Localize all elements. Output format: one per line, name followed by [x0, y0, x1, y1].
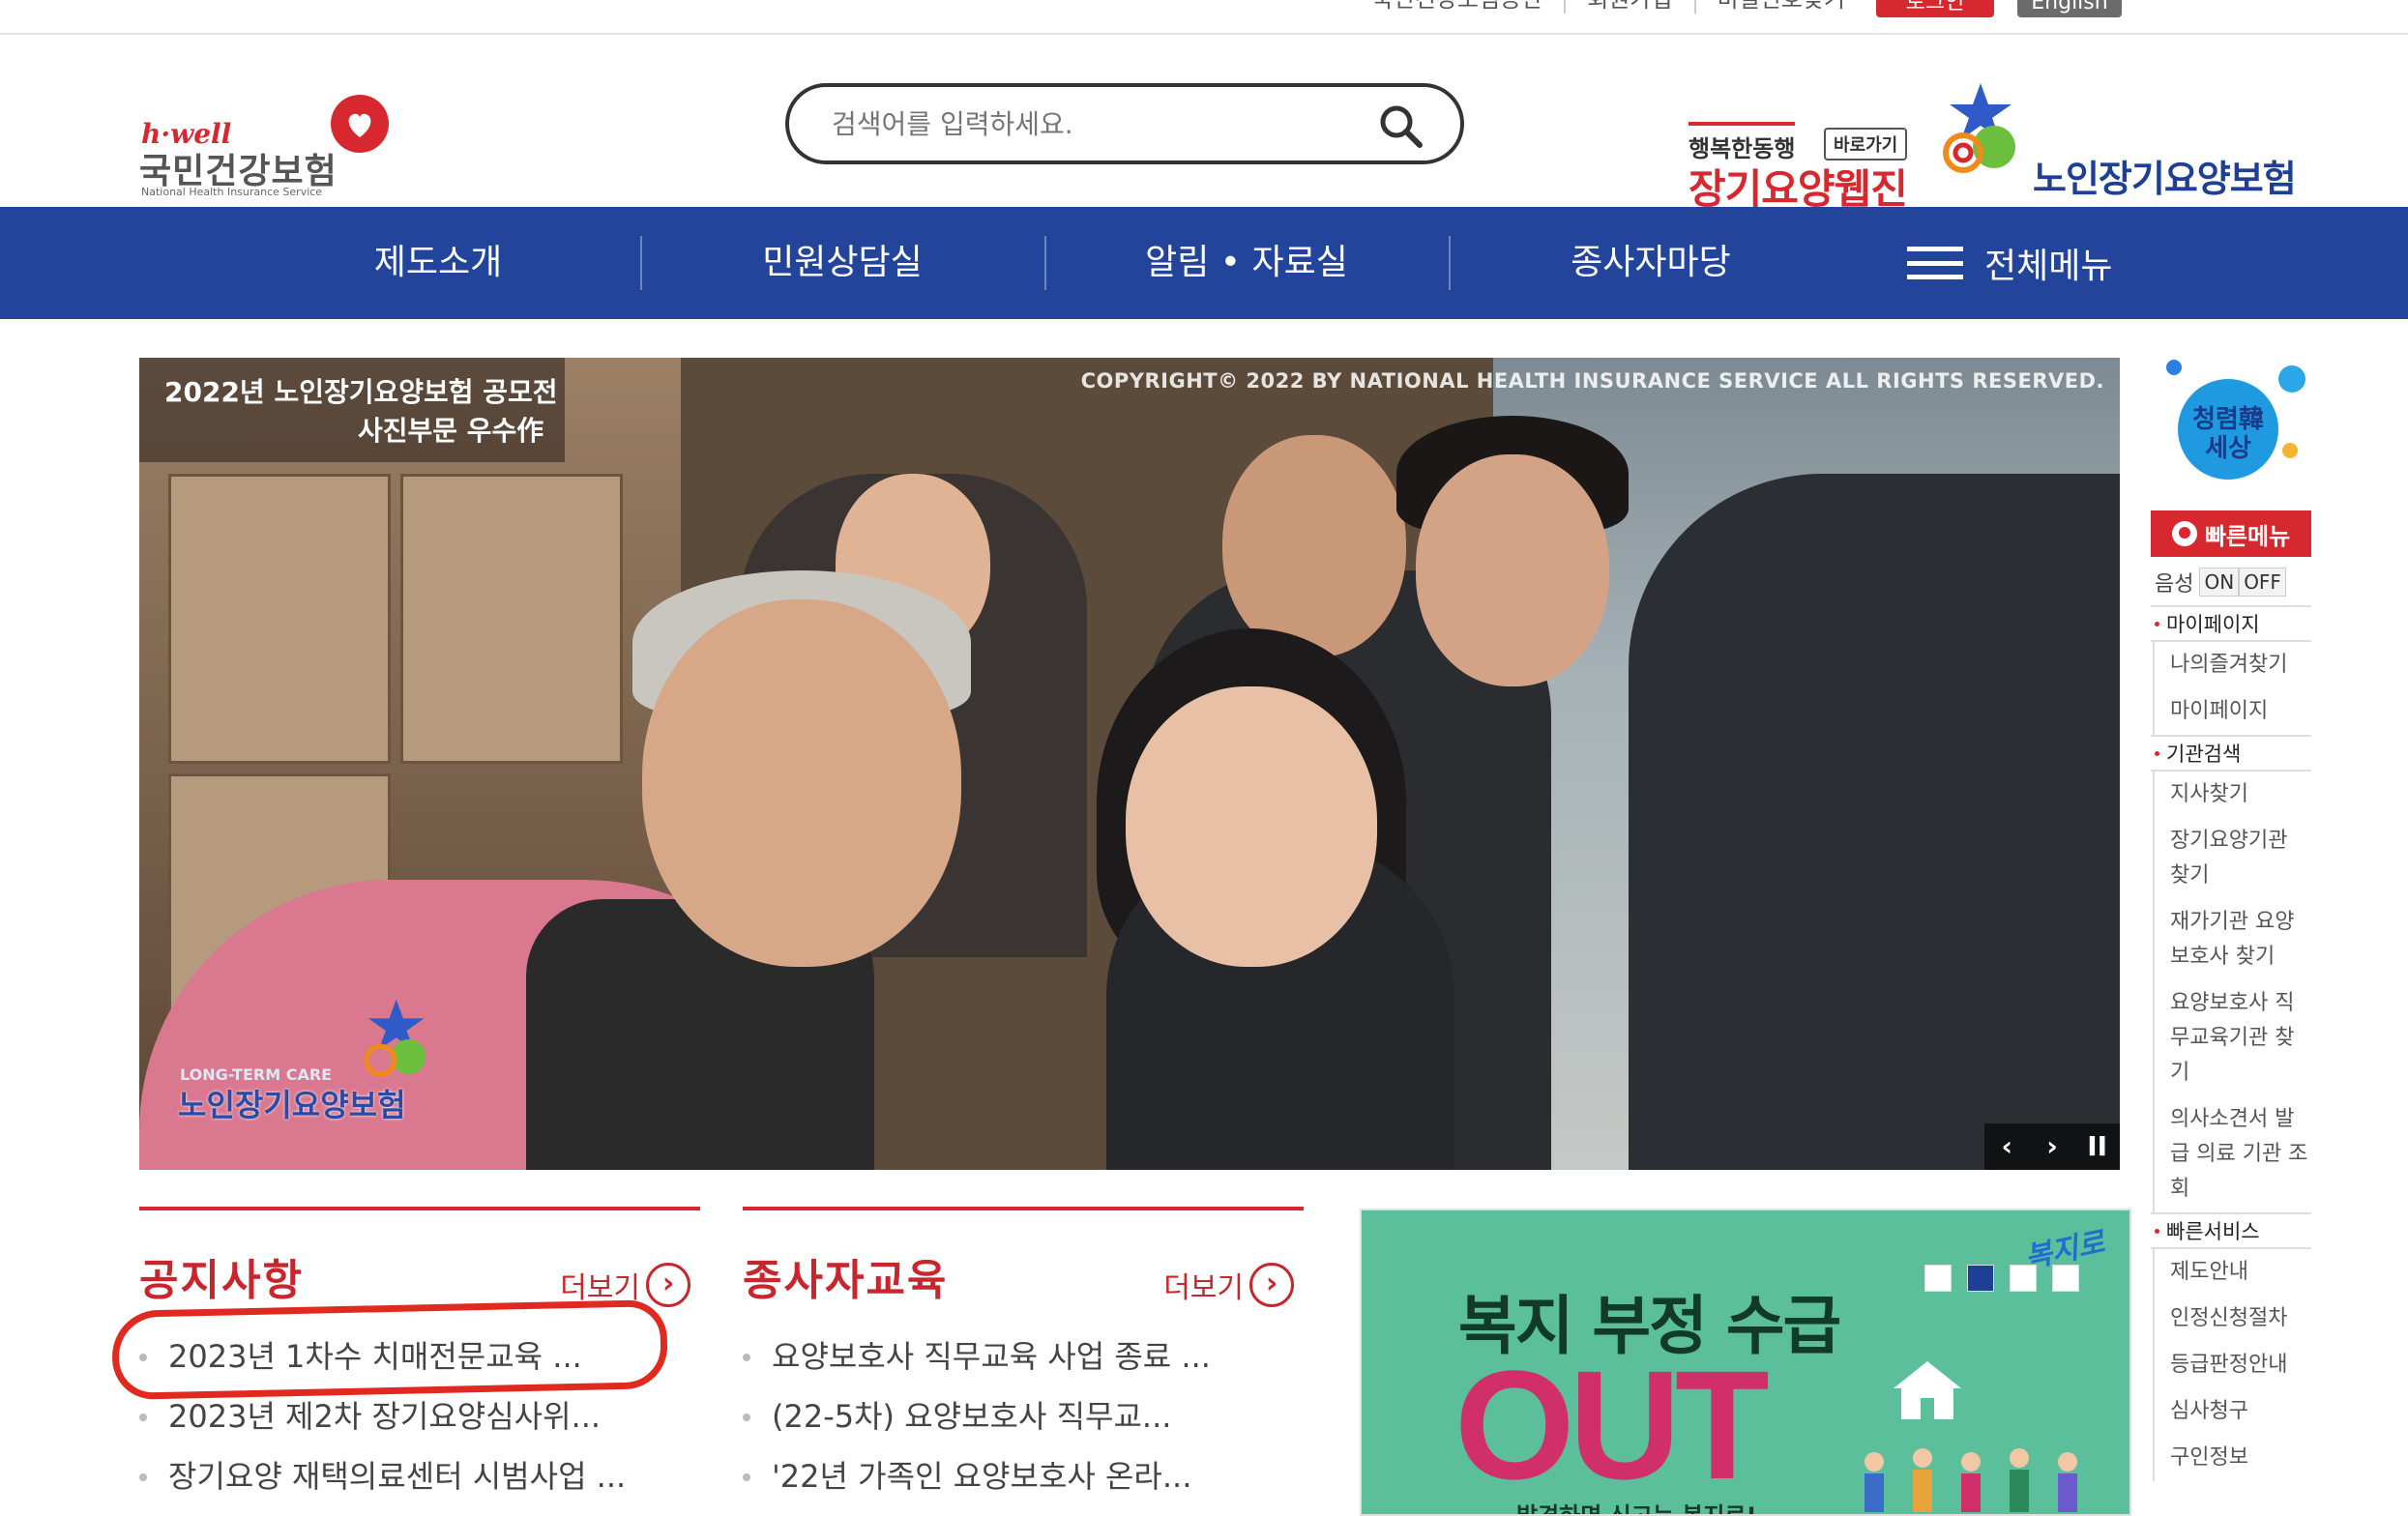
red-annotation-circle [111, 1298, 668, 1401]
quick-item-system-guide[interactable]: 제도안내 [2153, 1249, 2311, 1296]
hamburger-icon [1907, 247, 1963, 279]
chevron-right-icon: › [646, 1263, 690, 1307]
quick-item-branch-search[interactable]: 지사찾기 [2153, 772, 2311, 818]
banner-subtext: 발견하면 신고는 복지로! [1516, 1502, 1757, 1516]
photo-person [1629, 474, 2120, 1170]
ltc-webzine-badge: 바로가기 [1824, 128, 1908, 160]
banner-dot[interactable] [1924, 1265, 1952, 1292]
english-button[interactable]: English [2017, 0, 2122, 17]
education-item[interactable]: (22-5차) 요양보호사 직무교... [743, 1386, 1304, 1446]
education-board: 종사자교육 더보기 › 요양보호사 직무교육 사업 종료 ... (22-5차)… [743, 1207, 1304, 1495]
voice-label: 음성 [2155, 572, 2194, 597]
quick-item-care-worker-search[interactable]: 재가기관 요양보호사 찾기 [2153, 899, 2311, 980]
heart-logo-icon [2171, 521, 2197, 546]
login-button[interactable]: 로그인 [1876, 0, 1994, 17]
people-illustration-icon [1865, 1448, 2077, 1512]
quick-menu-title: 빠른메뉴 [2204, 522, 2291, 550]
notice-title: 공지사항 [139, 1256, 304, 1305]
visual-copyright: COPYRIGHT© 2022 BY NATIONAL HEALTH INSUR… [1080, 369, 2104, 393]
quick-item-favorites[interactable]: 나의즐겨찾기 [2153, 642, 2311, 688]
banner-dot[interactable] [2010, 1265, 2037, 1292]
education-title: 종사자교육 [743, 1256, 949, 1305]
house-icon [1894, 1361, 1961, 1419]
search-input[interactable] [832, 102, 1373, 145]
quick-section-institution-search[interactable]: 기관검색 [2151, 735, 2311, 772]
util-link-nhis[interactable]: 국민건강보험공단 [1351, 0, 1567, 14]
util-link-signup[interactable]: 회원가입 [1566, 0, 1696, 14]
quick-item-job-info[interactable]: 구인정보 [2153, 1435, 2311, 1481]
header: h·well 국민건강보험 National Health Insurance … [0, 35, 2408, 213]
photo-face [1126, 686, 1377, 967]
cabinet-shape [168, 474, 391, 764]
voice-on-button[interactable]: ON [2199, 568, 2240, 597]
quick-item-ltc-institution-search[interactable]: 장기요양기관 찾기 [2153, 818, 2311, 899]
nav-item-system-intro[interactable]: 제도소개 [236, 207, 640, 319]
voice-off-button[interactable]: OFF [2239, 568, 2286, 597]
education-more-button[interactable]: 더보기 › [1163, 1263, 1294, 1307]
notice-item[interactable]: 장기요양 재택의료센터 시범사업 ... [139, 1446, 700, 1506]
quick-item-review-request[interactable]: 심사청구 [2153, 1388, 2311, 1435]
cabinet-shape [400, 474, 623, 764]
nav-item-civil-service[interactable]: 민원상담실 [640, 207, 1044, 319]
ltc-insurance-logo[interactable]: 노인장기요양보험 [1924, 79, 2302, 200]
slider-next-button[interactable]: › [2035, 1129, 2070, 1164]
all-menu-button[interactable]: 전체메뉴 [1907, 207, 2112, 319]
slider-controls: ‹ › II [1984, 1123, 2120, 1170]
photo-face [1222, 435, 1406, 657]
chevron-right-icon: › [1249, 1263, 1294, 1307]
quick-menu-list: 마이페이지 나의즐겨찾기 마이페이지 기관검색 지사찾기 장기요양기관 찾기 재… [2151, 605, 2311, 1481]
quick-item-mypage[interactable]: 마이페이지 [2153, 688, 2311, 735]
education-more-label: 더보기 [1163, 1271, 1244, 1305]
logo-subtitle: National Health Insurance Service [141, 186, 323, 198]
banner-dot-active[interactable] [1967, 1265, 1994, 1292]
voice-toggle: 음성 ON OFF [2155, 563, 2311, 601]
banner-out-text: OUT [1454, 1338, 1770, 1511]
util-link-find-password[interactable]: 비밀번호찾기 [1696, 0, 1866, 14]
ltc-star-logo-icon [1943, 83, 2015, 173]
heart-logo-icon [331, 95, 389, 153]
banner-dot[interactable] [2052, 1265, 2079, 1292]
nav-item-workers[interactable]: 종사자마당 [1449, 207, 1853, 319]
visual-caption: 2022년 노인장기요양보험 공모전 사진부문 우수作 [139, 358, 565, 462]
quick-section-mypage[interactable]: 마이페이지 [2151, 605, 2311, 642]
quick-item-training-institution-search[interactable]: 요양보호사 직무교육기관 찾기 [2153, 980, 2311, 1096]
search-box [785, 83, 1464, 164]
notice-board: 공지사항 더보기 › 2023년 1차수 치매전문교육 ... 2023년 제2… [139, 1207, 700, 1495]
nhis-logo[interactable]: h·well 국민건강보험 National Health Insurance … [135, 64, 426, 198]
main-navigation: 제도소개 민원상담실 알림 • 자료실 종사자마당 전체메뉴 [0, 207, 2408, 319]
watermark-title: 노인장기요양보험 [178, 1087, 406, 1123]
nav-item-notice-archive[interactable]: 알림 • 자료실 [1044, 207, 1449, 319]
utility-links: 국민건강보험공단 회원가입 비밀번호찾기 [1351, 0, 1866, 14]
main-visual-slider[interactable]: 2022년 노인장기요양보험 공모전 사진부문 우수作 COPYRIGHT© 2… [139, 358, 2120, 1170]
slider-pause-button[interactable]: II [2080, 1129, 2115, 1164]
quick-item-application-process[interactable]: 인정신청절차 [2153, 1296, 2311, 1342]
quick-item-grade-guide[interactable]: 등급판정안내 [2153, 1342, 2311, 1388]
utility-bar: 국민건강보험공단 회원가입 비밀번호찾기 로그인 English [0, 0, 2408, 35]
visual-caption-line1: 2022년 노인장기요양보험 공모전 [164, 376, 558, 408]
quick-item-medical-opinion-search[interactable]: 의사소견서 발급 의료 기관 조회 [2153, 1096, 2311, 1212]
visual-watermark: LONG-TERM CARE 노인장기요양보험 [176, 996, 466, 1123]
education-item[interactable]: 요양보호사 직무교육 사업 종료 ... [743, 1326, 1304, 1386]
all-menu-label: 전체메뉴 [1984, 247, 2113, 286]
svg-text:세상: 세상 [2205, 434, 2251, 463]
integrity-campaign-icon[interactable]: 청렴韓 세상 [2164, 358, 2309, 503]
visual-caption-line2: 사진부문 우수作 [358, 415, 544, 447]
slider-prev-button[interactable]: ‹ [1989, 1129, 2024, 1164]
education-item[interactable]: '22년 가족인 요양보호사 온라... [743, 1446, 1304, 1506]
search-icon[interactable] [1377, 102, 1424, 149]
svg-text:청렴韓: 청렴韓 [2192, 405, 2264, 434]
quick-menu-header: 빠른메뉴 [2151, 510, 2311, 557]
ltc-star-watermark-icon [364, 999, 426, 1077]
banner-pagination [1924, 1265, 2079, 1292]
education-list: 요양보호사 직무교육 사업 종료 ... (22-5차) 요양보호사 직무교..… [743, 1326, 1304, 1506]
photo-face [642, 599, 961, 967]
quick-section-fast-service[interactable]: 빠른서비스 [2151, 1212, 2311, 1249]
welfare-fraud-banner[interactable]: 복지로 복지 부정 수급 OUT 발견하면 신고는 복지로! [1360, 1209, 2131, 1516]
ltc-webzine-link[interactable]: 행복한동행 바로가기 장기요양웹진 [1687, 77, 1919, 213]
ltc-logo-name: 노인장기요양보험 [2033, 158, 2297, 200]
photo-face [1416, 454, 1609, 686]
